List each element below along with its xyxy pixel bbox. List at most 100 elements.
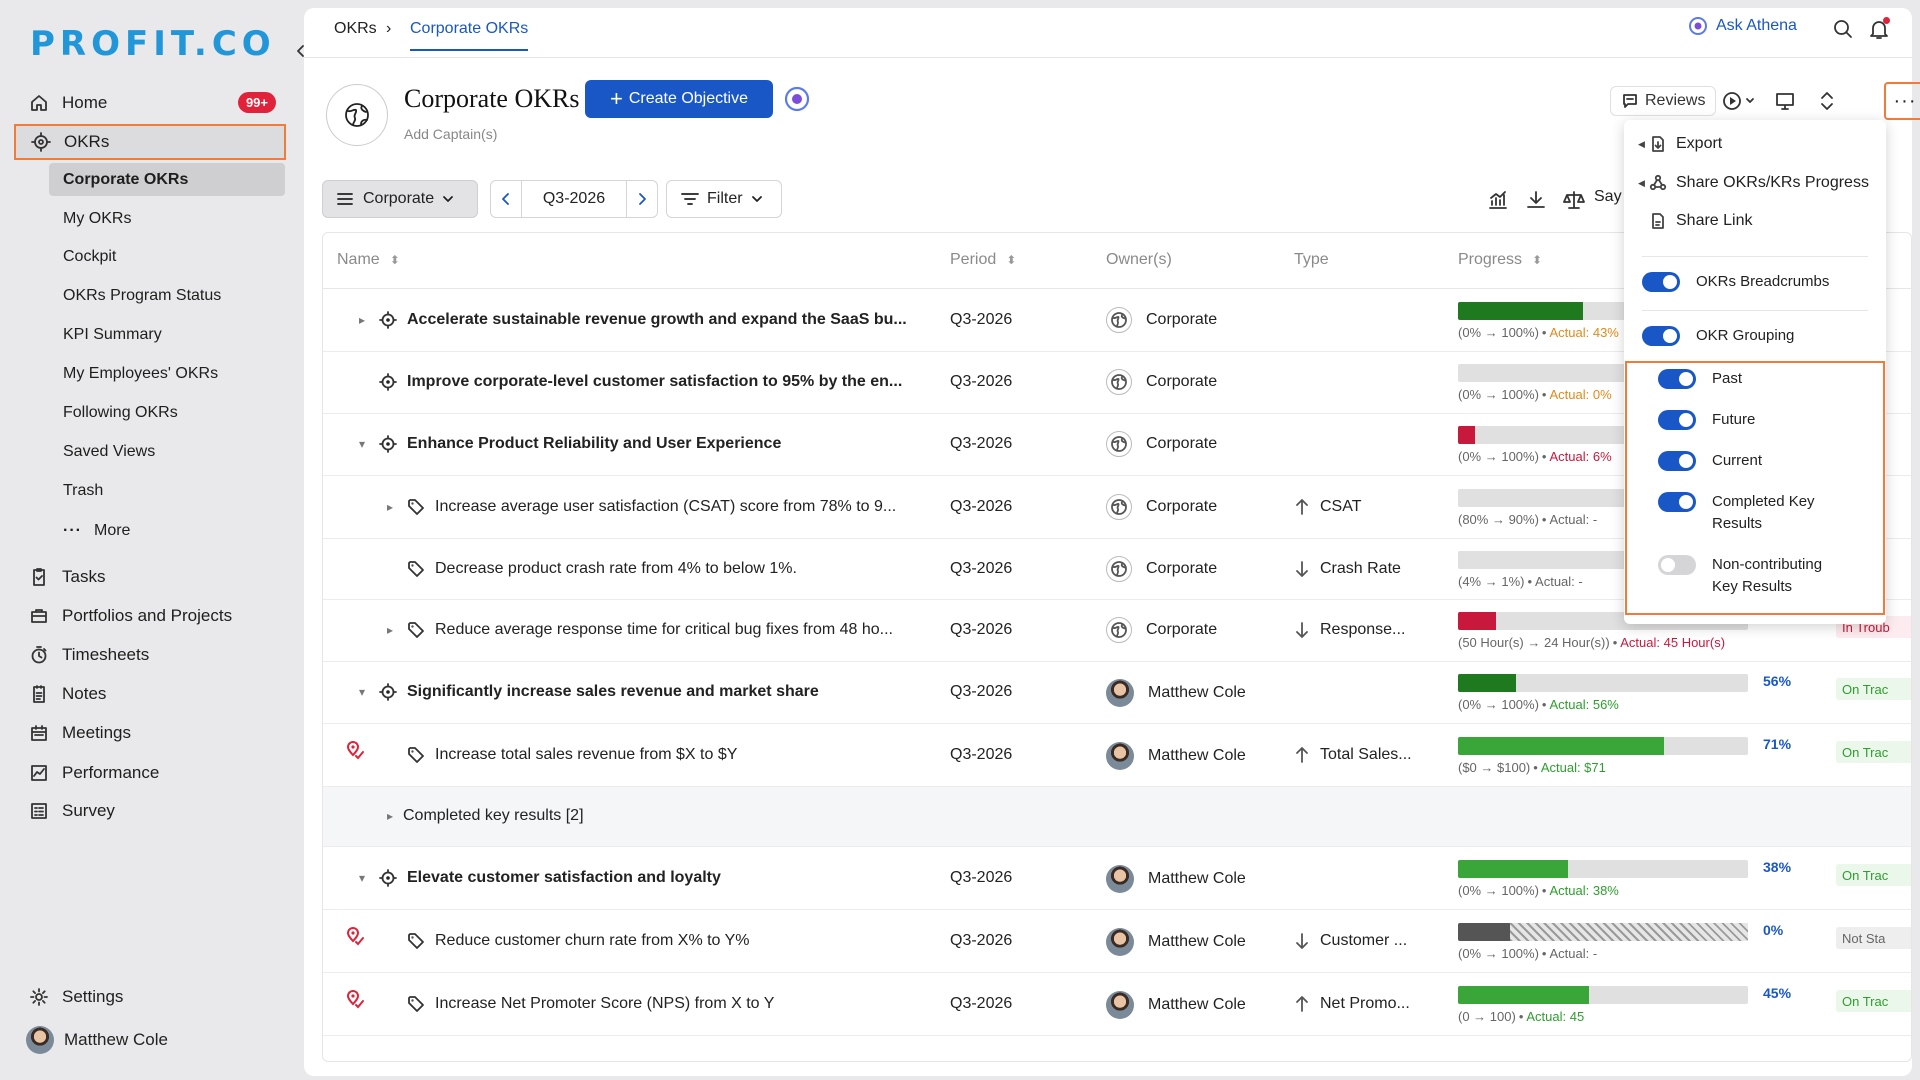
say-do-label[interactable]: Say	[1594, 188, 1622, 206]
table-row[interactable]: Increase total sales revenue from $X to …	[323, 724, 1911, 787]
chevron-down-icon[interactable]: ▾	[359, 437, 375, 451]
sidebar-subitem-trash[interactable]: Trash	[49, 474, 285, 507]
owner-cell[interactable]: Corporate	[1106, 617, 1217, 643]
sidebar-item-more[interactable]: ··· More	[49, 514, 285, 547]
status-badge[interactable]: On Trac	[1836, 678, 1911, 700]
chevron-down-icon[interactable]: ▾	[359, 685, 375, 699]
owner-cell[interactable]: Corporate	[1106, 307, 1217, 333]
sidebar-subitem-kpi-summary[interactable]: KPI Summary	[49, 318, 285, 351]
sidebar-item-notes[interactable]: Notes	[14, 677, 286, 711]
table-row[interactable]: ▾ Elevate customer satisfaction and loyal…	[323, 847, 1911, 910]
menu-item-share-link[interactable]: Share Link	[1648, 211, 1753, 231]
owner-cell[interactable]: Corporate	[1106, 556, 1217, 582]
owner-cell[interactable]: Corporate	[1106, 431, 1217, 457]
key-result-name[interactable]: Increase total sales revenue from $X to …	[435, 746, 737, 764]
table-row[interactable]: ▾ Significantly increase sales revenue an…	[323, 662, 1911, 724]
owner-cell[interactable]: Corporate	[1106, 369, 1217, 395]
owner-cell[interactable]: Matthew Cole	[1106, 865, 1246, 893]
owner-cell[interactable]: Matthew Cole	[1106, 928, 1246, 956]
sidebar-item-survey[interactable]: Survey	[14, 794, 286, 828]
sidebar-subitem-corporate-okrs[interactable]: Corporate OKRs	[49, 163, 285, 196]
balance-scale-icon[interactable]	[1562, 188, 1586, 212]
key-result-name[interactable]: Reduce customer churn rate from X% to Y%	[435, 932, 750, 950]
toggle-switch[interactable]	[1642, 326, 1680, 346]
status-badge[interactable]: On Trac	[1836, 741, 1911, 763]
key-result-name[interactable]: Decrease product crash rate from 4% to b…	[435, 560, 797, 578]
sidebar-item-home[interactable]: Home 99+	[14, 86, 286, 120]
column-period[interactable]: Period ⬍	[950, 251, 1016, 269]
column-name[interactable]: Name ⬍	[337, 251, 400, 269]
avatar	[1106, 742, 1134, 770]
chevron-right-icon[interactable]: ▸	[387, 500, 403, 514]
progress-range: (0 → 100) • Actual: 45	[1458, 1009, 1584, 1024]
more-options-button[interactable]: ···	[1884, 82, 1920, 120]
group-row[interactable]: ▸ Completed key results [2]	[323, 787, 1911, 847]
chevron-right-icon[interactable]: ▸	[387, 623, 403, 637]
filter-button[interactable]: Filter	[666, 180, 782, 218]
download-icon[interactable]	[1524, 188, 1548, 212]
expand-collapse-icon[interactable]	[1814, 88, 1840, 114]
table-row[interactable]: Reduce customer churn rate from X% to Y%…	[323, 910, 1911, 973]
period-value[interactable]: Q3-2026	[521, 181, 627, 217]
scope-selector[interactable]: Corporate	[322, 180, 478, 218]
sidebar-subitem-okrs-program-status[interactable]: OKRs Program Status	[49, 279, 285, 312]
sidebar-subitem-my-employees-okrs[interactable]: My Employees' OKRs	[49, 357, 285, 390]
objective-name[interactable]: Significantly increase sales revenue and…	[407, 683, 819, 701]
toggle-switch[interactable]	[1642, 272, 1680, 292]
pin-check-icon[interactable]	[345, 926, 365, 946]
chevron-right-icon[interactable]: ▸	[359, 313, 375, 327]
chart-icon[interactable]	[1486, 188, 1510, 212]
pin-check-icon[interactable]	[345, 989, 365, 1009]
sidebar-subitem-following-okrs[interactable]: Following OKRs	[49, 396, 285, 429]
owner-cell[interactable]: Corporate	[1106, 494, 1217, 520]
sidebar-item-meetings[interactable]: Meetings	[14, 716, 286, 750]
ai-assistant-icon[interactable]	[784, 86, 810, 112]
sidebar-subitem-saved-views[interactable]: Saved Views	[49, 435, 285, 468]
chevron-right-icon[interactable]: ▸	[387, 809, 403, 823]
objective-name[interactable]: Elevate customer satisfaction and loyalt…	[407, 869, 721, 887]
next-period-button[interactable]	[627, 181, 657, 217]
prev-period-button[interactable]	[491, 181, 521, 217]
objective-name[interactable]: Improve corporate-level customer satisfa…	[407, 373, 902, 391]
create-objective-button[interactable]: + Create Objective	[585, 80, 773, 118]
owner-cell[interactable]: Matthew Cole	[1106, 742, 1246, 770]
presentation-icon[interactable]	[1772, 88, 1798, 114]
menu-item-share-progress[interactable]: ◀ Share OKRs/KRs Progress	[1638, 173, 1869, 193]
reviews-button[interactable]: Reviews	[1610, 86, 1717, 116]
sidebar-item-tasks[interactable]: Tasks	[14, 560, 286, 594]
sidebar-item-okrs[interactable]: OKRs	[14, 124, 286, 160]
toggle-okrs-breadcrumbs[interactable]: OKRs Breadcrumbs	[1642, 271, 1882, 293]
menu-item-export[interactable]: ◀ Export	[1638, 134, 1722, 154]
key-result-name[interactable]: Increase average user satisfaction (CSAT…	[435, 498, 896, 516]
sidebar-subitem-my-okrs[interactable]: My OKRs	[49, 202, 285, 235]
table-row[interactable]: Increase Net Promoter Score (NPS) from X…	[323, 973, 1911, 1036]
owner-cell[interactable]: Matthew Cole	[1106, 679, 1246, 707]
sidebar-item-performance[interactable]: Performance	[14, 756, 286, 790]
key-result-name[interactable]: Reduce average response time for critica…	[435, 621, 893, 639]
sidebar-item-settings[interactable]: Settings	[14, 980, 286, 1014]
status-badge[interactable]: On Trac	[1836, 864, 1911, 886]
sidebar-item-portfolios-and-projects[interactable]: Portfolios and Projects	[14, 599, 286, 633]
objective-name[interactable]: Accelerate sustainable revenue growth an…	[407, 311, 907, 329]
status-badge[interactable]: On Trac	[1836, 990, 1911, 1012]
user-profile[interactable]: Matthew Cole	[26, 1026, 168, 1054]
toggle-okr-grouping[interactable]: OKR Grouping	[1642, 325, 1882, 347]
status-badge[interactable]: Not Sta	[1836, 927, 1911, 949]
group-cell[interactable]: ▸ Completed key results [2]	[387, 807, 584, 825]
bell-icon[interactable]	[1866, 16, 1892, 42]
pin-check-icon[interactable]	[345, 740, 365, 760]
play-dropdown-icon[interactable]	[1720, 88, 1760, 114]
breadcrumb-current[interactable]: Corporate OKRs	[410, 20, 529, 51]
add-captains-link[interactable]: Add Captain(s)	[404, 126, 497, 142]
chevron-down-icon[interactable]: ▾	[359, 871, 375, 885]
key-result-name[interactable]: Increase Net Promoter Score (NPS) from X…	[435, 995, 774, 1013]
ask-athena-button[interactable]: Ask Athena	[1688, 16, 1797, 36]
column-progress[interactable]: Progress ⬍	[1458, 251, 1542, 269]
search-icon[interactable]	[1830, 16, 1856, 42]
sidebar-item-timesheets[interactable]: Timesheets	[14, 638, 286, 672]
sidebar-subitem-cockpit[interactable]: Cockpit	[49, 240, 285, 273]
owner-cell[interactable]: Matthew Cole	[1106, 991, 1246, 1019]
objective-name[interactable]: Enhance Product Reliability and User Exp…	[407, 435, 781, 453]
breadcrumb-okrs[interactable]: OKRs	[334, 20, 377, 38]
name-cell: ▸ Reduce average response time for critic…	[387, 621, 893, 639]
